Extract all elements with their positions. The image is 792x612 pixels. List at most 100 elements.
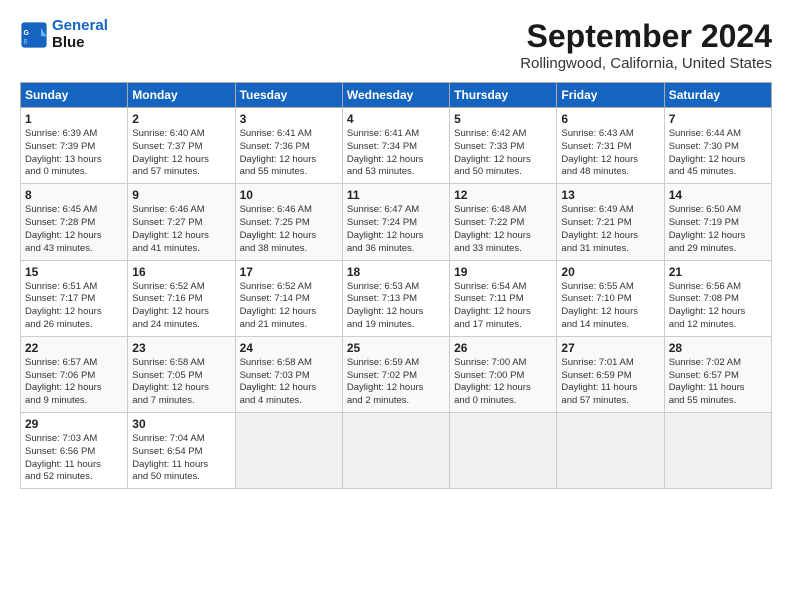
calendar-cell: [557, 413, 664, 489]
calendar-cell: 13 Sunrise: 6:49 AM Sunset: 7:21 PM Dayli…: [557, 184, 664, 260]
day-info: Sunrise: 6:52 AM Sunset: 7:16 PM Dayligh…: [132, 281, 230, 332]
calendar-cell: 23 Sunrise: 6:58 AM Sunset: 7:05 PM Dayli…: [128, 336, 235, 412]
calendar-cell: [664, 413, 771, 489]
day-number: 21: [669, 265, 767, 279]
day-number: 18: [347, 265, 445, 279]
calendar-cell: 22Sunrise: 6:57 AM Sunset: 7:06 PM Dayli…: [21, 336, 128, 412]
day-info: Sunrise: 6:47 AM Sunset: 7:24 PM Dayligh…: [347, 204, 445, 255]
day-number: 23: [132, 341, 230, 355]
calendar-cell: 28 Sunrise: 7:02 AM Sunset: 6:57 PM Dayli…: [664, 336, 771, 412]
col-header-friday: Friday: [557, 83, 664, 108]
day-info: Sunrise: 6:57 AM Sunset: 7:06 PM Dayligh…: [25, 357, 123, 408]
day-info: Sunrise: 6:58 AM Sunset: 7:05 PM Dayligh…: [132, 357, 230, 408]
calendar-cell: 18 Sunrise: 6:53 AM Sunset: 7:13 PM Dayli…: [342, 260, 449, 336]
day-info: Sunrise: 7:01 AM Sunset: 6:59 PM Dayligh…: [561, 357, 659, 408]
day-info: Sunrise: 7:03 AM Sunset: 6:56 PM Dayligh…: [25, 433, 123, 484]
day-number: 7: [669, 112, 767, 126]
col-header-saturday: Saturday: [664, 83, 771, 108]
day-info: Sunrise: 6:49 AM Sunset: 7:21 PM Dayligh…: [561, 204, 659, 255]
day-info: Sunrise: 6:46 AM Sunset: 7:25 PM Dayligh…: [240, 204, 338, 255]
day-number: 8: [25, 188, 123, 202]
calendar-cell: 1 Sunrise: 6:39 AM Sunset: 7:39 PM Daylig…: [21, 108, 128, 184]
main-title: September 2024: [520, 18, 772, 55]
week-row-1: 1 Sunrise: 6:39 AM Sunset: 7:39 PM Daylig…: [21, 108, 772, 184]
day-info: Sunrise: 6:51 AM Sunset: 7:17 PM Dayligh…: [25, 281, 123, 332]
calendar-cell: 24Sunrise: 6:58 AM Sunset: 7:03 PM Dayli…: [235, 336, 342, 412]
col-header-thursday: Thursday: [450, 83, 557, 108]
calendar-cell: [450, 413, 557, 489]
day-number: 16: [132, 265, 230, 279]
week-row-2: 8Sunrise: 6:45 AM Sunset: 7:28 PM Daylig…: [21, 184, 772, 260]
svg-text:B: B: [24, 38, 28, 45]
logo-general: General: [52, 17, 108, 34]
calendar-cell: 17Sunrise: 6:52 AM Sunset: 7:14 PM Dayli…: [235, 260, 342, 336]
day-number: 30: [132, 417, 230, 431]
calendar-cell: 6Sunrise: 6:43 AM Sunset: 7:31 PM Daylig…: [557, 108, 664, 184]
calendar-cell: 10 Sunrise: 6:46 AM Sunset: 7:25 PM Dayli…: [235, 184, 342, 260]
calendar-cell: 30 Sunrise: 7:04 AM Sunset: 6:54 PM Dayli…: [128, 413, 235, 489]
day-number: 9: [132, 188, 230, 202]
calendar-cell: [235, 413, 342, 489]
day-number: 13: [561, 188, 659, 202]
calendar-cell: 2 Sunrise: 6:40 AM Sunset: 7:37 PM Daylig…: [128, 108, 235, 184]
calendar-cell: 7Sunrise: 6:44 AM Sunset: 7:30 PM Daylig…: [664, 108, 771, 184]
header-row: SundayMondayTuesdayWednesdayThursdayFrid…: [21, 83, 772, 108]
day-number: 27: [561, 341, 659, 355]
day-info: Sunrise: 6:48 AM Sunset: 7:22 PM Dayligh…: [454, 204, 552, 255]
day-info: Sunrise: 6:40 AM Sunset: 7:37 PM Dayligh…: [132, 128, 230, 179]
calendar-cell: 15Sunrise: 6:51 AM Sunset: 7:17 PM Dayli…: [21, 260, 128, 336]
calendar-cell: [342, 413, 449, 489]
week-row-5: 29 Sunrise: 7:03 AM Sunset: 6:56 PM Dayli…: [21, 413, 772, 489]
day-number: 2: [132, 112, 230, 126]
calendar-cell: 16 Sunrise: 6:52 AM Sunset: 7:16 PM Dayli…: [128, 260, 235, 336]
calendar-cell: 5Sunrise: 6:42 AM Sunset: 7:33 PM Daylig…: [450, 108, 557, 184]
day-info: Sunrise: 7:00 AM Sunset: 7:00 PM Dayligh…: [454, 357, 552, 408]
day-number: 6: [561, 112, 659, 126]
calendar-cell: 25Sunrise: 6:59 AM Sunset: 7:02 PM Dayli…: [342, 336, 449, 412]
subtitle: Rollingwood, California, United States: [520, 55, 772, 72]
logo-blue: Blue: [52, 34, 85, 51]
svg-text:G: G: [24, 30, 30, 37]
day-info: Sunrise: 6:50 AM Sunset: 7:19 PM Dayligh…: [669, 204, 767, 255]
day-number: 10: [240, 188, 338, 202]
title-block: September 2024 Rollingwood, California, …: [520, 18, 772, 72]
day-info: Sunrise: 7:04 AM Sunset: 6:54 PM Dayligh…: [132, 433, 230, 484]
header: G B General Blue September 2024 Rollingw…: [20, 18, 772, 72]
day-number: 1: [25, 112, 123, 126]
day-info: Sunrise: 6:41 AM Sunset: 7:36 PM Dayligh…: [240, 128, 338, 179]
day-info: Sunrise: 6:56 AM Sunset: 7:08 PM Dayligh…: [669, 281, 767, 332]
calendar-cell: 26 Sunrise: 7:00 AM Sunset: 7:00 PM Dayli…: [450, 336, 557, 412]
day-number: 26: [454, 341, 552, 355]
logo: G B General Blue: [20, 18, 108, 51]
day-number: 12: [454, 188, 552, 202]
day-info: Sunrise: 6:46 AM Sunset: 7:27 PM Dayligh…: [132, 204, 230, 255]
calendar-cell: 12 Sunrise: 6:48 AM Sunset: 7:22 PM Dayli…: [450, 184, 557, 260]
day-info: Sunrise: 6:59 AM Sunset: 7:02 PM Dayligh…: [347, 357, 445, 408]
calendar-table: SundayMondayTuesdayWednesdayThursdayFrid…: [20, 82, 772, 489]
day-info: Sunrise: 6:39 AM Sunset: 7:39 PM Dayligh…: [25, 128, 123, 179]
day-number: 3: [240, 112, 338, 126]
calendar-cell: 3 Sunrise: 6:41 AM Sunset: 7:36 PM Daylig…: [235, 108, 342, 184]
calendar-cell: 19Sunrise: 6:54 AM Sunset: 7:11 PM Dayli…: [450, 260, 557, 336]
week-row-3: 15Sunrise: 6:51 AM Sunset: 7:17 PM Dayli…: [21, 260, 772, 336]
week-row-4: 22Sunrise: 6:57 AM Sunset: 7:06 PM Dayli…: [21, 336, 772, 412]
day-info: Sunrise: 7:02 AM Sunset: 6:57 PM Dayligh…: [669, 357, 767, 408]
day-info: Sunrise: 6:55 AM Sunset: 7:10 PM Dayligh…: [561, 281, 659, 332]
day-info: Sunrise: 6:53 AM Sunset: 7:13 PM Dayligh…: [347, 281, 445, 332]
day-number: 20: [561, 265, 659, 279]
day-number: 4: [347, 112, 445, 126]
day-number: 11: [347, 188, 445, 202]
col-header-tuesday: Tuesday: [235, 83, 342, 108]
logo-text-block: General Blue: [52, 18, 108, 51]
calendar-cell: 27 Sunrise: 7:01 AM Sunset: 6:59 PM Dayli…: [557, 336, 664, 412]
day-number: 14: [669, 188, 767, 202]
calendar-cell: 29 Sunrise: 7:03 AM Sunset: 6:56 PM Dayli…: [21, 413, 128, 489]
calendar-cell: 14 Sunrise: 6:50 AM Sunset: 7:19 PM Dayli…: [664, 184, 771, 260]
calendar-cell: 8Sunrise: 6:45 AM Sunset: 7:28 PM Daylig…: [21, 184, 128, 260]
col-header-monday: Monday: [128, 83, 235, 108]
day-number: 29: [25, 417, 123, 431]
day-info: Sunrise: 6:41 AM Sunset: 7:34 PM Dayligh…: [347, 128, 445, 179]
col-header-sunday: Sunday: [21, 83, 128, 108]
day-number: 28: [669, 341, 767, 355]
page: G B General Blue September 2024 Rollingw…: [0, 0, 792, 612]
